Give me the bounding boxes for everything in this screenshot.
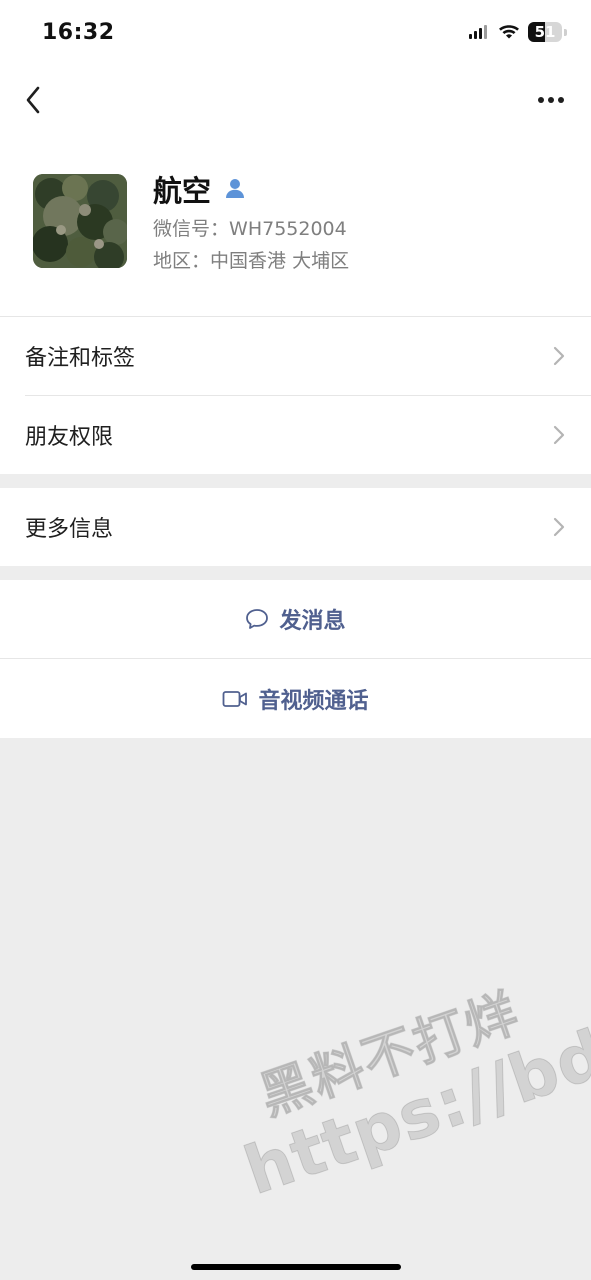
chat-bubble-icon bbox=[246, 609, 269, 629]
chevron-right-icon bbox=[553, 425, 565, 445]
cell-friend-permissions-label: 朋友权限 bbox=[25, 425, 114, 450]
battery-icon: 51 bbox=[528, 22, 562, 42]
watermark-title: 黑料不打烊 bbox=[252, 982, 528, 1128]
signal-icon bbox=[469, 25, 487, 39]
region-label: 地区 bbox=[153, 250, 192, 272]
wifi-icon bbox=[499, 25, 519, 39]
battery-tip bbox=[564, 28, 567, 36]
watermark-url: https://bdy5.co bbox=[235, 948, 591, 1210]
wechat-id-row: 微信号：WH7552004 bbox=[153, 214, 347, 241]
wechat-id-label: 微信号 bbox=[153, 218, 211, 240]
contact-name: 航空 bbox=[153, 174, 212, 208]
status-icons: 51 bbox=[468, 22, 567, 42]
battery-level: 51 bbox=[534, 23, 556, 41]
cell-remarks-and-tags[interactable]: 备注和标签 bbox=[0, 317, 591, 395]
status-time: 16:32 bbox=[42, 20, 115, 45]
top-nav bbox=[0, 78, 591, 124]
video-camera-icon bbox=[223, 690, 248, 707]
profile-page: 16:32 51 航空 微信号：WH7552004 地区：中国香港 大埔区 备注… bbox=[0, 0, 591, 738]
home-indicator[interactable] bbox=[191, 1264, 401, 1270]
cell-more-info-label: 更多信息 bbox=[25, 517, 114, 542]
chevron-left-icon bbox=[26, 86, 40, 114]
send-message-label: 发消息 bbox=[279, 609, 346, 634]
chevron-right-icon bbox=[553, 346, 565, 366]
avatar[interactable] bbox=[33, 174, 127, 268]
section-gap bbox=[0, 474, 591, 488]
watermark: 黑料不打烊 https://bdy5.co bbox=[200, 898, 591, 1243]
chevron-right-icon bbox=[553, 517, 565, 537]
region-colon: ： bbox=[191, 250, 211, 272]
cell-more-info[interactable]: 更多信息 bbox=[0, 488, 591, 566]
region-row: 地区：中国香港 大埔区 bbox=[153, 246, 349, 273]
person-icon bbox=[226, 179, 245, 198]
profile-name-row: 航空 bbox=[153, 168, 247, 210]
more-horizontal-icon bbox=[538, 97, 564, 103]
send-message-button[interactable]: 发消息 bbox=[0, 580, 591, 658]
wechat-id-colon: ： bbox=[210, 218, 230, 240]
cell-friend-permissions[interactable]: 朋友权限 bbox=[0, 396, 591, 474]
cell-remarks-and-tags-label: 备注和标签 bbox=[25, 346, 136, 371]
more-button[interactable] bbox=[535, 86, 567, 114]
back-button[interactable] bbox=[16, 80, 50, 120]
status-bar: 16:32 51 bbox=[0, 0, 591, 70]
profile-header: 航空 微信号：WH7552004 地区：中国香港 大埔区 bbox=[0, 150, 591, 300]
video-call-button[interactable]: 音视频通话 bbox=[0, 659, 591, 738]
section-gap bbox=[0, 566, 591, 580]
video-call-label: 音视频通话 bbox=[258, 688, 369, 714]
region-value: 中国香港 大埔区 bbox=[210, 250, 350, 272]
wechat-id-value: WH7552004 bbox=[229, 218, 347, 240]
avatar-image bbox=[33, 174, 127, 268]
